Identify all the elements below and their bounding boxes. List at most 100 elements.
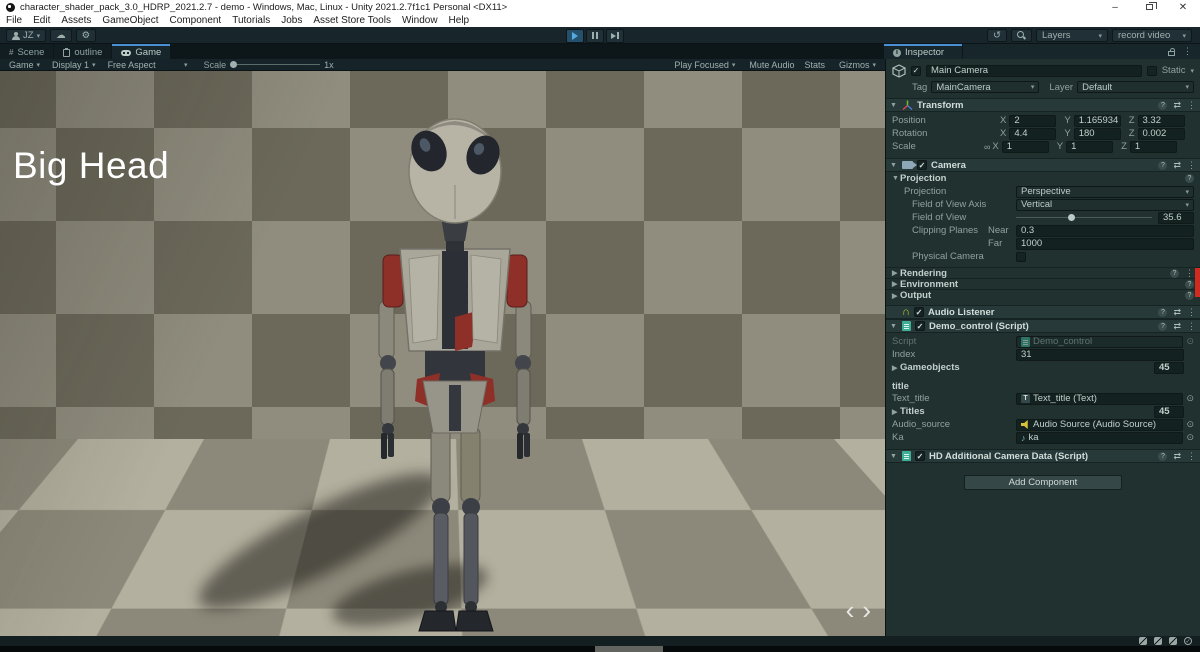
hd-camera-checkbox[interactable]: ✓ [915,451,925,461]
close-button[interactable]: ✕ [1166,0,1200,14]
help-icon[interactable]: ? [1185,279,1194,289]
progress-check-icon[interactable]: ✓ [1184,637,1192,645]
foldout-arrow-icon[interactable]: ▼ [890,453,898,460]
menu-asset-store-tools[interactable]: Asset Store Tools [313,15,391,26]
help-icon[interactable]: ? [1170,268,1179,278]
tab-scene[interactable]: # Scene [0,44,54,59]
menu-file[interactable]: File [6,15,22,26]
foldout-arrow-icon[interactable]: ▼ [892,175,900,182]
output-section[interactable]: Output [900,290,931,301]
pause-button[interactable] [586,28,604,43]
display-dropdown[interactable]: Display 1 ▾ [48,59,100,71]
rotation-x-field[interactable]: 4.4 [1009,127,1057,140]
kebab-menu-icon[interactable]: ⋮ [1185,268,1194,279]
physical-camera-checkbox[interactable] [1016,251,1026,262]
foldout-arrow-icon[interactable] [890,309,898,316]
static-checkbox[interactable] [1146,65,1157,76]
text-title-field[interactable]: T Text_title (Text) [1016,392,1184,405]
rotation-z-field[interactable]: 0.002 [1137,127,1185,140]
fov-slider[interactable] [1016,214,1152,221]
scale-y-field[interactable]: 1 [1066,140,1114,153]
cache-server-icon[interactable] [1154,637,1162,645]
aspect-dropdown[interactable]: Free Aspect ▾ [104,59,192,71]
demo-control-header[interactable]: ▼ ✓ Demo_control (Script) ? ⇄ ⋮ [886,319,1200,333]
menu-component[interactable]: Component [170,15,222,26]
hd-camera-data-header[interactable]: ▼ ✓ HD Additional Camera Data (Script) ?… [886,449,1200,463]
transform-header[interactable]: ▼ Transform ? ⇄ ⋮ [886,98,1200,112]
camera-enabled-checkbox[interactable]: ✓ [917,160,927,170]
foldout-arrow-icon[interactable]: ▶ [892,292,900,300]
menu-gameobject[interactable]: GameObject [102,15,158,26]
fov-axis-dropdown[interactable]: Vertical ▾ [1016,198,1194,211]
audio-listener-checkbox[interactable]: ✓ [913,307,924,317]
object-picker-icon[interactable]: ⊙ [1186,336,1194,347]
help-icon[interactable]: ? [1185,174,1194,183]
foldout-arrow-icon[interactable]: ▶ [892,408,900,416]
add-component-button[interactable]: Add Component [964,475,1122,490]
mute-audio-toggle[interactable]: Mute Audio [749,60,794,70]
far-field[interactable]: 1000 [1016,237,1194,250]
rendering-section[interactable]: Rendering [900,268,947,279]
help-icon[interactable]: ? [1158,100,1168,110]
foldout-arrow-icon[interactable]: ▼ [890,162,898,169]
undo-history-button[interactable]: ↺ [987,29,1007,42]
kebab-menu-icon[interactable]: ⋮ [1183,46,1192,57]
foldout-arrow-icon[interactable]: ▶ [892,269,900,277]
scale-z-field[interactable]: 1 [1129,140,1177,153]
scale-x-field[interactable]: 1 [1001,140,1049,153]
audio-listener-header[interactable]: ∩ ✓ Audio Listener ? ⇄ ⋮ [886,305,1200,319]
layer-dropdown[interactable]: Default ▾ [1077,81,1194,93]
layout-dropdown[interactable]: record video ▾ [1112,29,1192,42]
tag-dropdown[interactable]: MainCamera ▾ [931,81,1040,93]
kebab-menu-icon[interactable]: ⋮ [1187,100,1196,111]
presets-icon[interactable]: ⇄ [1173,100,1181,111]
play-focused-dropdown[interactable]: Play Focused ▾ [670,59,739,71]
menu-jobs[interactable]: Jobs [281,15,302,26]
stats-toggle[interactable]: Stats [804,60,825,70]
help-icon[interactable]: ? [1158,160,1168,170]
play-button[interactable] [566,28,584,43]
object-picker-icon[interactable]: ⊙ [1186,419,1194,430]
collab-muted-icon[interactable] [1169,637,1177,645]
kebab-menu-icon[interactable]: ⋮ [1187,307,1196,318]
prev-arrow-icon[interactable]: ‹ [846,597,855,623]
demo-control-checkbox[interactable]: ✓ [915,321,925,331]
gameobject-name-field[interactable]: Main Camera [926,64,1142,77]
ka-field[interactable]: ♪ ka [1016,431,1184,444]
position-y-field[interactable]: 1.165934 [1073,114,1121,127]
help-icon[interactable]: ? [1158,451,1168,461]
presets-icon[interactable]: ⇄ [1173,451,1181,462]
fov-slider-thumb[interactable] [1067,214,1075,221]
titles-count-field[interactable]: 45 [1154,405,1184,418]
tab-outline[interactable]: outline [54,44,112,59]
notification-muted-icon[interactable] [1139,637,1147,645]
step-button[interactable] [606,28,624,43]
scale-slider[interactable] [230,61,321,68]
environment-section[interactable]: Environment [900,279,958,290]
taskbar-item[interactable] [595,646,663,652]
kebab-menu-icon[interactable]: ⋮ [1187,451,1196,462]
menu-assets[interactable]: Assets [61,15,91,26]
camera-header[interactable]: ▼ ✓ Camera ? ⇄ ⋮ [886,158,1200,172]
object-picker-icon[interactable]: ⊙ [1186,432,1194,443]
kebab-menu-icon[interactable]: ⋮ [1187,321,1196,332]
projection-dropdown[interactable]: Perspective ▾ [1016,185,1194,198]
menu-help[interactable]: Help [449,15,470,26]
help-icon[interactable]: ? [1158,307,1168,317]
rotation-y-field[interactable]: 180 [1073,127,1121,140]
kebab-menu-icon[interactable]: ⋮ [1187,160,1196,171]
restore-button[interactable] [1132,0,1166,14]
minimize-button[interactable]: – [1098,0,1132,14]
help-icon[interactable]: ? [1185,291,1194,300]
active-checkbox[interactable]: ✓ [911,65,921,76]
lock-icon[interactable] [1168,47,1175,56]
help-icon[interactable]: ? [1158,321,1168,331]
foldout-arrow-icon[interactable]: ▼ [890,323,898,330]
foldout-arrow-icon[interactable]: ▼ [890,102,898,109]
game-view-dropdown[interactable]: Game ▾ [5,59,44,71]
foldout-arrow-icon[interactable]: ▶ [892,280,900,288]
fov-value-field[interactable]: 35.6 [1158,211,1194,224]
scale-slider-thumb[interactable] [230,61,238,68]
chevron-down-icon[interactable]: ▾ [1190,67,1194,75]
gameobjects-label[interactable]: Gameobjects [900,362,960,373]
